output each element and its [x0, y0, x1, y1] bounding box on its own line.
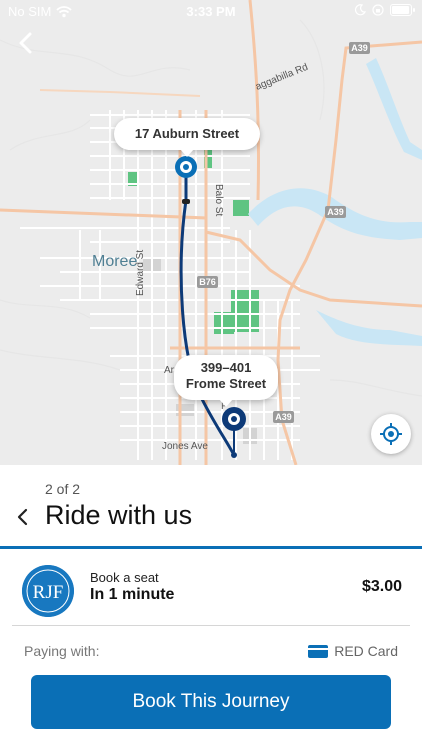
pickup-label-bubble: 17 Auburn Street [114, 118, 260, 157]
battery-level [392, 6, 409, 14]
highway-shield: B76 [199, 277, 216, 287]
highway-shield: A39 [351, 43, 368, 53]
street-label: Edward St [135, 250, 146, 296]
battery-icon [390, 4, 415, 16]
book-journey-button[interactable]: Book This Journey [31, 675, 391, 729]
dropoff-label-bubble: 399–401 Frome Street [174, 355, 278, 407]
street-label: Jones Ave [162, 441, 208, 452]
option-price: $3.00 [361, 578, 402, 595]
payment-method-selector[interactable]: RED Card [308, 643, 398, 659]
option-label: Book a seat [90, 570, 159, 585]
dropoff-address-line2: Frome Street [185, 376, 267, 391]
locate-me-button[interactable] [371, 414, 411, 454]
pickup-pin-icon[interactable] [175, 156, 197, 178]
payment-label: Paying with: [24, 643, 100, 659]
moon-icon [354, 4, 366, 16]
map-view[interactable]: A39 A39 A39 B76 Moree Balo St Edward St … [0, 0, 422, 465]
logo-text: RJF [33, 582, 64, 603]
sheet-back-button[interactable] [12, 506, 34, 528]
ride-option-row[interactable]: RJF Book a seat In 1 minute $3.00 [0, 550, 422, 625]
rjf-logo-icon: RJF [22, 565, 74, 617]
status-right [354, 4, 415, 16]
orientation-lock-icon [372, 4, 384, 16]
option-eta: In 1 minute [90, 586, 175, 603]
step-indicator: 2 of 2 [45, 481, 81, 497]
divider [12, 625, 410, 626]
selected-tab-indicator [0, 546, 422, 549]
crosshair-icon [380, 423, 402, 445]
credit-card-icon [308, 644, 329, 658]
street-label: Balo St [213, 184, 224, 216]
sheet-title: Ride with us [45, 500, 193, 530]
payment-method-name: RED Card [334, 643, 398, 659]
dropoff-dot [231, 452, 237, 458]
town-label: Moree [92, 253, 137, 270]
highway-shield: A39 [275, 412, 292, 422]
map-back-button[interactable] [12, 28, 42, 58]
pickup-address: 17 Auburn Street [134, 126, 240, 141]
dropoff-address-line1: 399–401 [200, 360, 252, 375]
status-bar: No SIM 3:33 PM [0, 0, 422, 24]
highway-shield: A39 [327, 207, 344, 217]
route-stop-marker [182, 199, 190, 204]
